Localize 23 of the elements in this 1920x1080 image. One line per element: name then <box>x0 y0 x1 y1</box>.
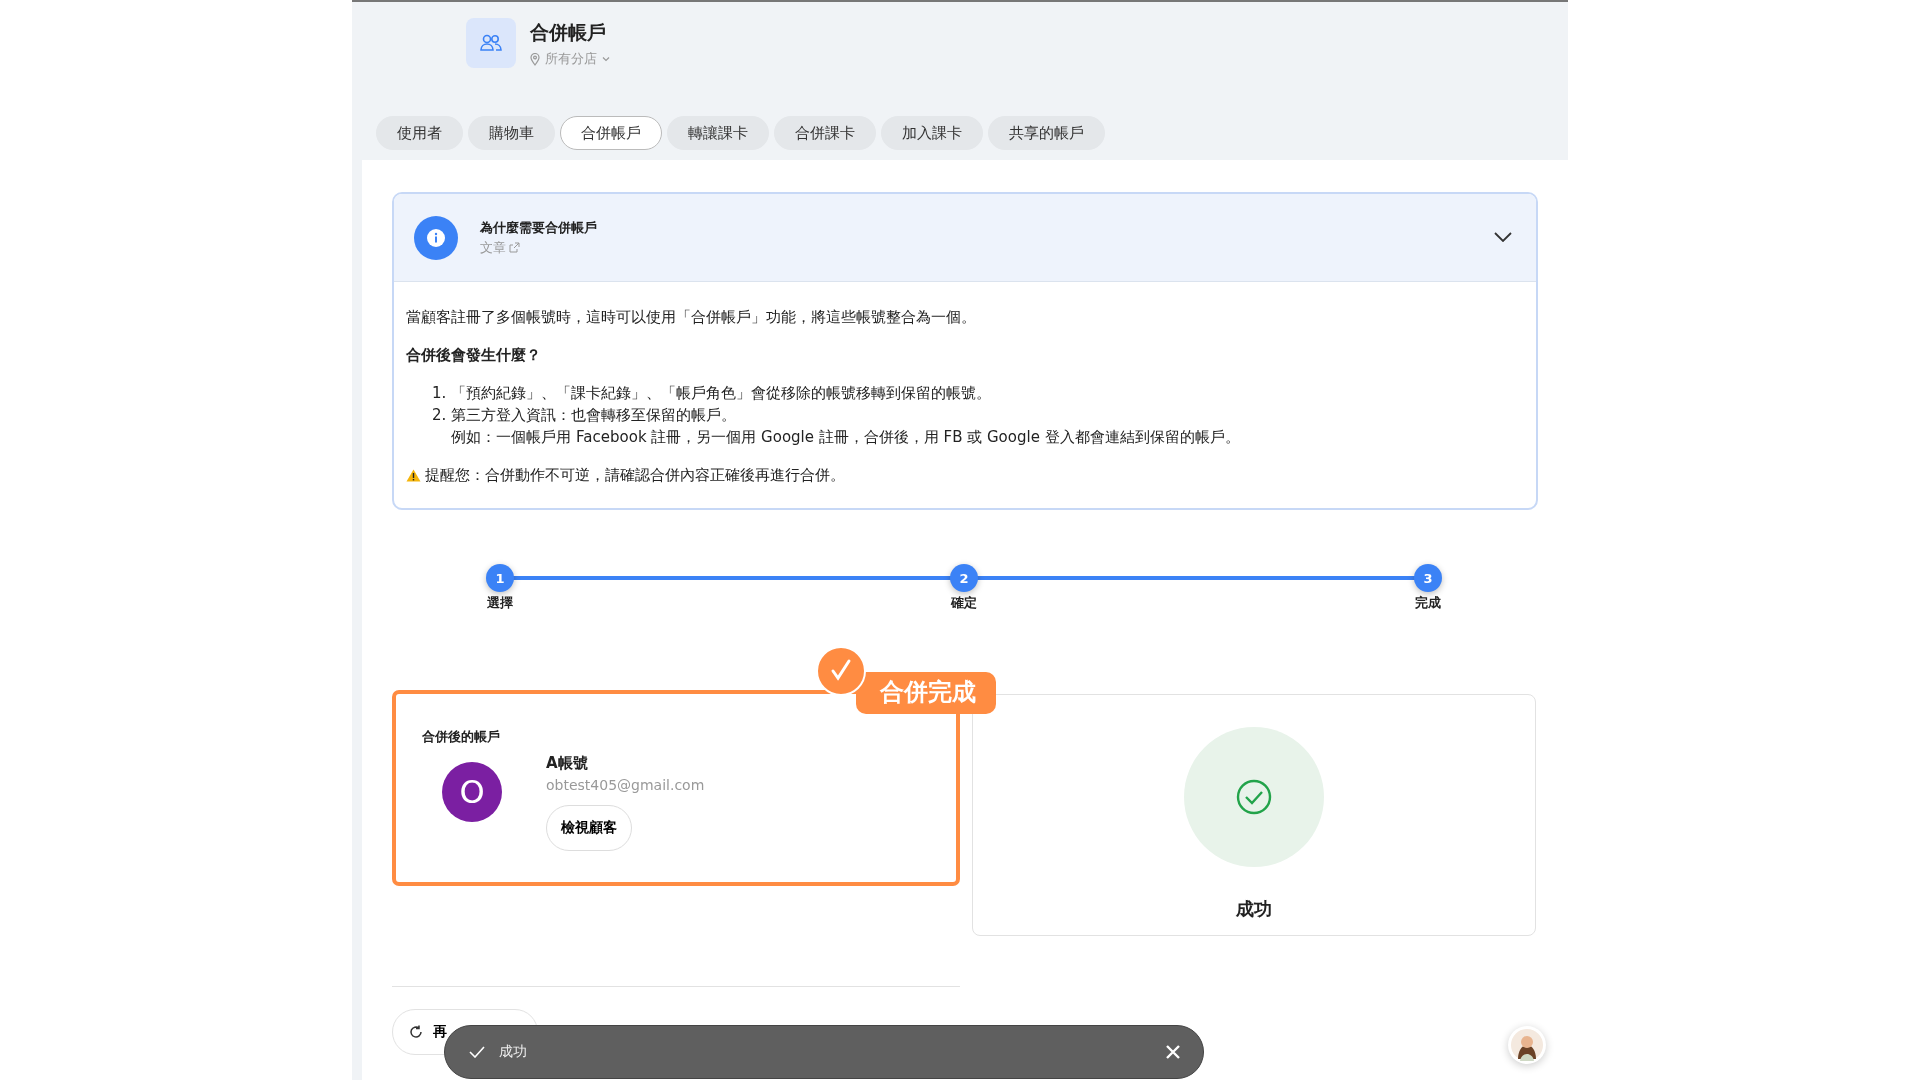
list-text: 第三方登入資訊：也會轉移至保留的帳戶。 <box>451 405 738 426</box>
step-label: 選擇 <box>487 594 513 612</box>
merge-complete-badge: 合併完成 <box>856 672 996 714</box>
step-circle: 1 <box>486 564 514 592</box>
list-text: 「預約紀錄」、「課卡紀錄」、「帳戶角色」會從移除的帳號移轉到保留的帳號。 <box>451 383 992 404</box>
step-label: 完成 <box>1415 594 1441 612</box>
list-number: 1. <box>432 383 447 404</box>
intro-text: 當顧客註冊了多個帳號時，這時可以使用「合併帳戶」功能，將這些帳號整合為一個。 <box>406 307 977 328</box>
avatar: O <box>442 762 502 822</box>
list-number: 2. <box>432 405 447 426</box>
account-name: A帳號 <box>546 754 589 773</box>
step-circle: 2 <box>950 564 978 592</box>
step-label: 確定 <box>951 594 977 612</box>
warning-text: 提醒您：合併動作不可逆，請確認合併內容正確後再進行合併。 <box>425 465 845 486</box>
section-heading: 合併後會發生什麼？ <box>406 345 542 366</box>
info-title: 為什麼需要合併帳戶 <box>480 218 598 237</box>
card-heading: 合併後的帳戶 <box>422 728 501 746</box>
page-title: 合併帳戶 <box>530 20 607 45</box>
account-email: obtest405@gmail.com <box>546 777 705 793</box>
toast-message: 成功 <box>499 1043 528 1061</box>
step-circle: 3 <box>1414 564 1442 592</box>
example-text: 例如：一個帳戶用 Facebook 註冊，另一個用 Google 註冊，合併後，用 FB 或 Google 登入都會連結到保留的帳戶。 <box>451 427 1240 448</box>
result-label: 成功 <box>1236 897 1272 921</box>
